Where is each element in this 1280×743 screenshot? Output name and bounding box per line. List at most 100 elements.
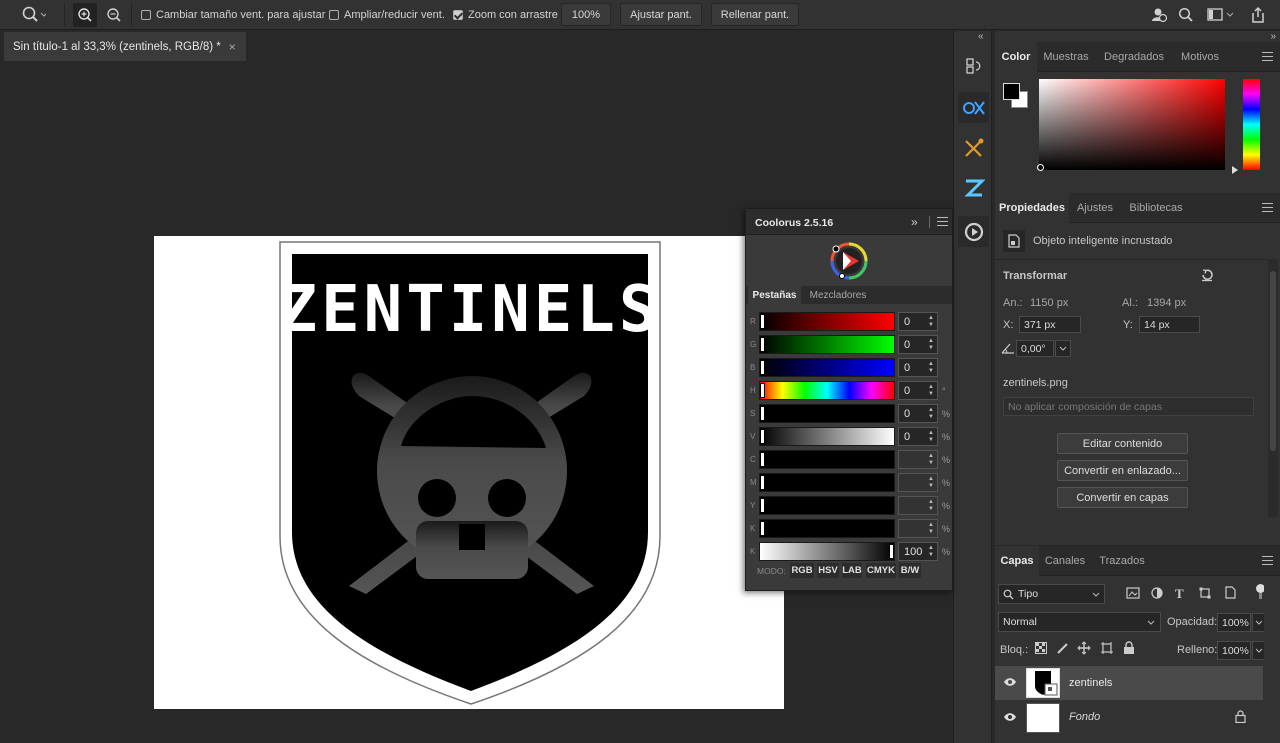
channel-slider[interactable] (759, 427, 895, 446)
zoom-all-windows-checkbox[interactable]: Ampliar/reducir vent. (329, 0, 445, 30)
channel-value-field[interactable]: 0 ▲ ▼ (898, 381, 938, 400)
lock-artboard-icon[interactable] (1100, 641, 1114, 658)
mode-cmyk-button[interactable]: CMYK (866, 563, 896, 578)
adjustment-filter-icon[interactable] (1151, 587, 1163, 602)
channel-value-field[interactable]: ▲ ▼ (898, 519, 938, 538)
coolorus-title-bar[interactable]: Coolorus 2.5.16 » (746, 209, 952, 235)
stepper-icon[interactable]: ▲ ▼ (928, 545, 934, 559)
shape-filter-icon[interactable] (1199, 587, 1211, 602)
panel-menu-icon[interactable] (1262, 203, 1273, 212)
channel-slider[interactable] (759, 519, 895, 538)
stepper-icon[interactable]: ▲ ▼ (928, 430, 934, 444)
tab-gradients[interactable]: Degradados (1095, 42, 1173, 72)
user-sync-icon[interactable] (1150, 0, 1168, 30)
scrollbar-thumb[interactable] (1270, 271, 1276, 451)
mode-hsv-button[interactable]: HSV (817, 563, 839, 578)
lock-all-icon[interactable] (1123, 641, 1135, 658)
layer-filter-select[interactable]: Tipo (998, 584, 1105, 604)
slider-handle[interactable] (760, 498, 765, 513)
lock-transparent-icon[interactable] (1035, 642, 1047, 657)
opacity-field[interactable]: 100% (1217, 613, 1251, 632)
channel-slider[interactable] (759, 473, 895, 492)
channel-slider[interactable] (759, 496, 895, 515)
layer-row[interactable]: zentinels (995, 666, 1263, 700)
scrubby-zoom-checkbox[interactable]: Zoom con arrastre (453, 0, 558, 30)
fill-field[interactable]: 100% (1217, 641, 1251, 660)
color-field[interactable] (1039, 79, 1225, 170)
stepper-icon[interactable]: ▲ ▼ (928, 499, 934, 513)
mode-lab-button[interactable]: LAB (842, 563, 862, 578)
layer-name[interactable]: Fondo (1069, 711, 1100, 723)
z-plugin-icon[interactable] (958, 172, 989, 203)
tab-properties[interactable]: Propiedades (995, 193, 1069, 223)
slider-handle[interactable] (760, 337, 765, 352)
channel-value-field[interactable]: ▲ ▼ (898, 496, 938, 515)
color-picker-marker[interactable] (1037, 164, 1044, 171)
expand-icon[interactable]: » (911, 215, 918, 229)
edit-contents-button[interactable]: Editar contenido (1057, 433, 1188, 454)
ox-icon[interactable] (958, 92, 989, 123)
tab-swatches[interactable]: Muestras (1037, 42, 1095, 72)
stepper-icon[interactable]: ▲ ▼ (928, 476, 934, 490)
layer-row[interactable]: Fondo (995, 700, 1263, 734)
properties-scrollbar[interactable] (1268, 259, 1278, 517)
color-wheel[interactable] (829, 240, 869, 280)
stepper-icon[interactable]: ▲ ▼ (928, 361, 934, 375)
channel-value-field[interactable]: 0 ▲ ▼ (898, 427, 938, 446)
panel-menu-icon[interactable] (1262, 556, 1273, 565)
channel-value-field[interactable]: 0 ▲ ▼ (898, 312, 938, 331)
reset-transform-icon[interactable] (1200, 268, 1214, 285)
layer-name[interactable]: zentinels (1069, 677, 1112, 689)
stepper-icon[interactable]: ▲ ▼ (928, 453, 934, 467)
blend-mode-select[interactable]: Normal (998, 612, 1161, 632)
angle-dropdown-icon[interactable] (1055, 340, 1071, 357)
document-tab[interactable]: Sin título-1 al 33,3% (zentinels, RGB/8)… (4, 32, 246, 61)
coolorus-dock-icon[interactable] (958, 216, 989, 247)
mode-rgb-button[interactable]: RGB (790, 563, 814, 578)
slider-handle[interactable] (760, 429, 765, 444)
stepper-icon[interactable]: ▲ ▼ (928, 407, 934, 421)
tab-channels[interactable]: Canales (1039, 546, 1091, 576)
layer-comp-select[interactable]: No aplicar composición de capas (1003, 397, 1254, 416)
angle-field[interactable]: 0,00° (1016, 340, 1054, 357)
zoom-tool-icon[interactable] (20, 0, 46, 30)
fill-screen-button[interactable]: Rellenar pant. (711, 3, 799, 26)
hue-slider-marker[interactable] (1232, 166, 1238, 174)
stepper-icon[interactable]: ▲ ▼ (928, 315, 934, 329)
convert-to-layers-button[interactable]: Convertir en capas (1057, 487, 1188, 508)
slider-handle[interactable] (760, 406, 765, 421)
workspace-icon[interactable] (1207, 0, 1237, 30)
zoom-out-icon[interactable] (104, 0, 124, 30)
search-icon[interactable] (1178, 0, 1194, 30)
tab-adjustments[interactable]: Ajustes (1069, 193, 1121, 223)
type-filter-icon[interactable]: T (1175, 586, 1184, 602)
lock-position-icon[interactable] (1077, 641, 1091, 658)
visibility-eye-icon[interactable] (1003, 712, 1017, 725)
stepper-icon[interactable]: ▲ ▼ (928, 384, 934, 398)
checkbox-box[interactable] (329, 10, 339, 20)
mode-bw-button[interactable]: B/W (899, 563, 921, 578)
lock-brush-icon[interactable] (1056, 641, 1070, 658)
panel-menu-icon[interactable] (937, 217, 948, 226)
slider-handle[interactable] (889, 544, 894, 559)
checkbox-box[interactable] (141, 10, 151, 20)
share-icon[interactable] (1250, 0, 1266, 30)
checkbox-box[interactable] (453, 10, 463, 20)
hue-slider[interactable] (1243, 79, 1260, 170)
tab-libraries[interactable]: Bibliotecas (1121, 193, 1191, 223)
resize-windows-checkbox[interactable]: Cambiar tamaño vent. para ajustar (141, 0, 325, 30)
slider-handle[interactable] (760, 475, 765, 490)
foreground-color-swatch[interactable] (1003, 83, 1020, 100)
channel-slider[interactable] (759, 450, 895, 469)
slider-handle[interactable] (760, 314, 765, 329)
stepper-icon[interactable]: ▲ ▼ (928, 522, 934, 536)
slider-handle[interactable] (760, 452, 765, 467)
channel-value-field[interactable]: ▲ ▼ (898, 450, 938, 469)
zoom-100-button[interactable]: 100% (561, 3, 611, 26)
tab-paths[interactable]: Trazados (1091, 546, 1153, 576)
smart-object-filter-icon[interactable] (1224, 586, 1236, 602)
close-icon[interactable]: × (229, 40, 236, 54)
channel-slider[interactable] (759, 542, 895, 561)
channel-slider[interactable] (759, 312, 895, 331)
zoom-in-icon[interactable] (73, 3, 97, 27)
